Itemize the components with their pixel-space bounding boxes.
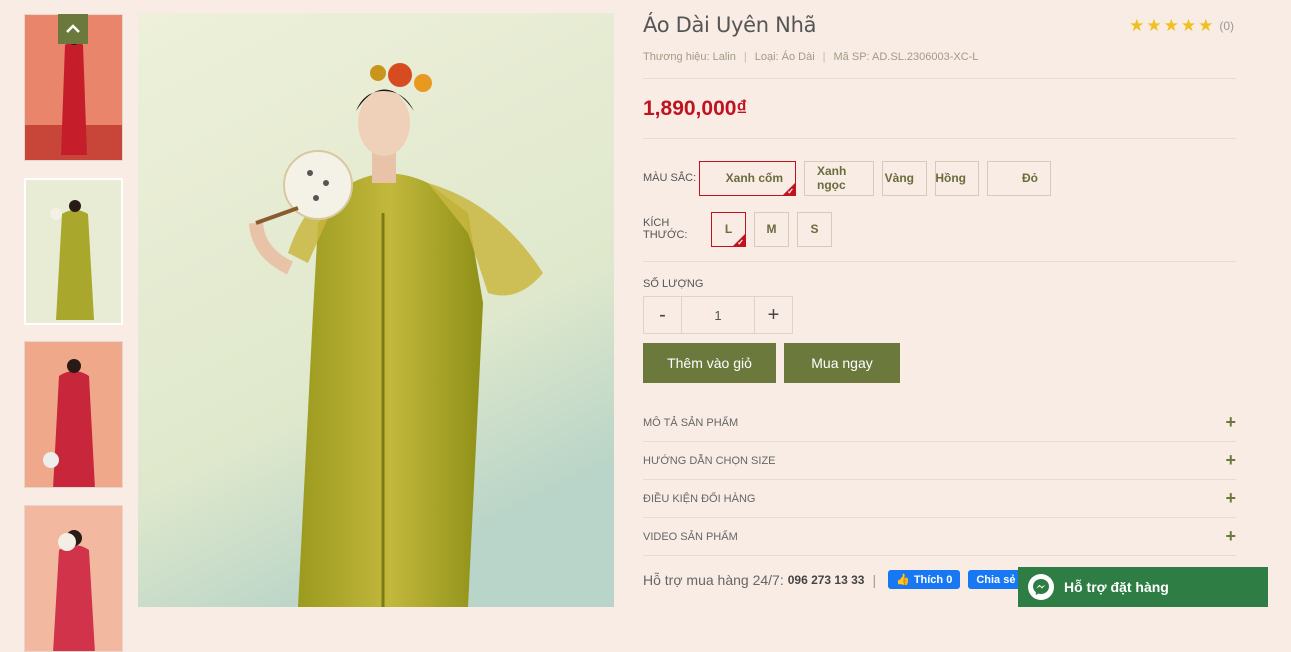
size-options: KÍCH THƯỚC: L ✓ M S (643, 211, 1236, 247)
quantity-label: SỐ LƯỢNG (643, 278, 704, 290)
divider (643, 138, 1236, 139)
thumbnail-3[interactable] (24, 341, 123, 488)
color-option-xanh-ngoc[interactable]: Xanh ngọc (804, 160, 874, 196)
thumbnail-up-button[interactable] (58, 14, 88, 44)
star-icon: ★ (1180, 16, 1197, 35)
size-option-m[interactable]: M (754, 211, 789, 247)
check-icon: ✓ (737, 237, 744, 247)
accordion-video[interactable]: VIDEO SẢN PHẨM + (643, 518, 1236, 556)
thumbnail-2[interactable] (24, 178, 123, 325)
facebook-share-button[interactable]: Chia sẻ (968, 570, 1024, 589)
support-phone[interactable]: 096 273 13 33 (788, 573, 865, 587)
meta-separator: | (743, 51, 747, 63)
chat-label: Hỗ trợ đặt hàng (1064, 579, 1169, 595)
size-option-s[interactable]: S (797, 211, 832, 247)
product-accordion: MÔ TẢ SẢN PHẨM + HƯỚNG DẪN CHỌN SIZE + ĐIỀ… (643, 404, 1236, 556)
action-buttons: Thêm vào giỏ Mua ngay (643, 343, 1236, 383)
size-label: KÍCH THƯỚC: (643, 217, 688, 241)
color-option-hong[interactable]: Hồng (935, 160, 979, 196)
color-option-do[interactable]: Đỏ (987, 160, 1051, 196)
add-to-cart-button[interactable]: Thêm vào giỏ (643, 343, 776, 383)
facebook-like-button[interactable]: 👍 Thích 0 (888, 570, 961, 589)
accordion-description[interactable]: MÔ TẢ SẢN PHẨM + (643, 404, 1236, 442)
product-meta: Thương hiệu: Lalin | Loại: Áo Dài | Mã S… (643, 51, 1236, 63)
main-product-image (138, 13, 614, 607)
category: Loại: Áo Dài (754, 51, 815, 63)
meta-separator: | (822, 51, 826, 63)
star-icon: ★ (1198, 16, 1214, 35)
accordion-size-guide[interactable]: HƯỚNG DẪN CHỌN SIZE + (643, 442, 1236, 480)
buy-now-button[interactable]: Mua ngay (784, 343, 900, 383)
thumbnail-4[interactable] (24, 505, 123, 652)
size-option-l[interactable]: L ✓ (711, 211, 746, 247)
star-icon: ★ (1129, 16, 1145, 35)
plus-icon: + (1225, 488, 1236, 508)
color-option-xanh-com[interactable]: Xanh cốm ✓ (699, 160, 796, 196)
quantity-increase-button[interactable]: + (755, 297, 792, 333)
rating-count: (0) (1219, 18, 1234, 33)
product-price: 1,890,000₫ (643, 97, 748, 120)
plus-icon: + (1225, 450, 1236, 470)
star-icon: ★ (1146, 16, 1162, 35)
order-support-chat[interactable]: Hỗ trợ đặt hàng (1018, 567, 1268, 607)
support-label: Hỗ trợ mua hàng 24/7: (643, 571, 784, 588)
rating[interactable]: ★ ★ ★ ★ ★ (0) (1129, 17, 1234, 34)
plus-icon: + (1225, 526, 1236, 546)
product-info: Áo Dài Uyên Nhã ★ ★ ★ ★ ★ (0) Thương hiệ… (643, 13, 1236, 589)
quantity-decrease-button[interactable]: - (644, 297, 681, 333)
support-separator: | (872, 571, 877, 588)
plus-icon: + (1225, 412, 1236, 432)
quantity-input[interactable]: 1 (681, 297, 755, 333)
brand: Thương hiệu: Lalin (643, 51, 736, 63)
quantity-stepper: - 1 + (643, 296, 793, 334)
star-icon: ★ (1163, 16, 1179, 35)
thumbs-up-icon: 👍 (896, 574, 910, 586)
color-label: MÀU SẮC: (643, 172, 697, 184)
sku: Mã SP: AD.SL.2306003-XC-L (833, 51, 979, 63)
accordion-return-policy[interactable]: ĐIỀU KIỆN ĐỔI HÀNG + (643, 480, 1236, 518)
chevron-up-icon (66, 24, 80, 33)
color-option-vang[interactable]: Vàng (882, 160, 927, 196)
messenger-icon (1028, 574, 1054, 600)
check-icon: ✓ (787, 186, 794, 196)
divider (643, 261, 1236, 262)
color-options: MÀU SẮC: Xanh cốm ✓ Xanh ngọc Vàng Hồng Đ… (643, 160, 1236, 196)
